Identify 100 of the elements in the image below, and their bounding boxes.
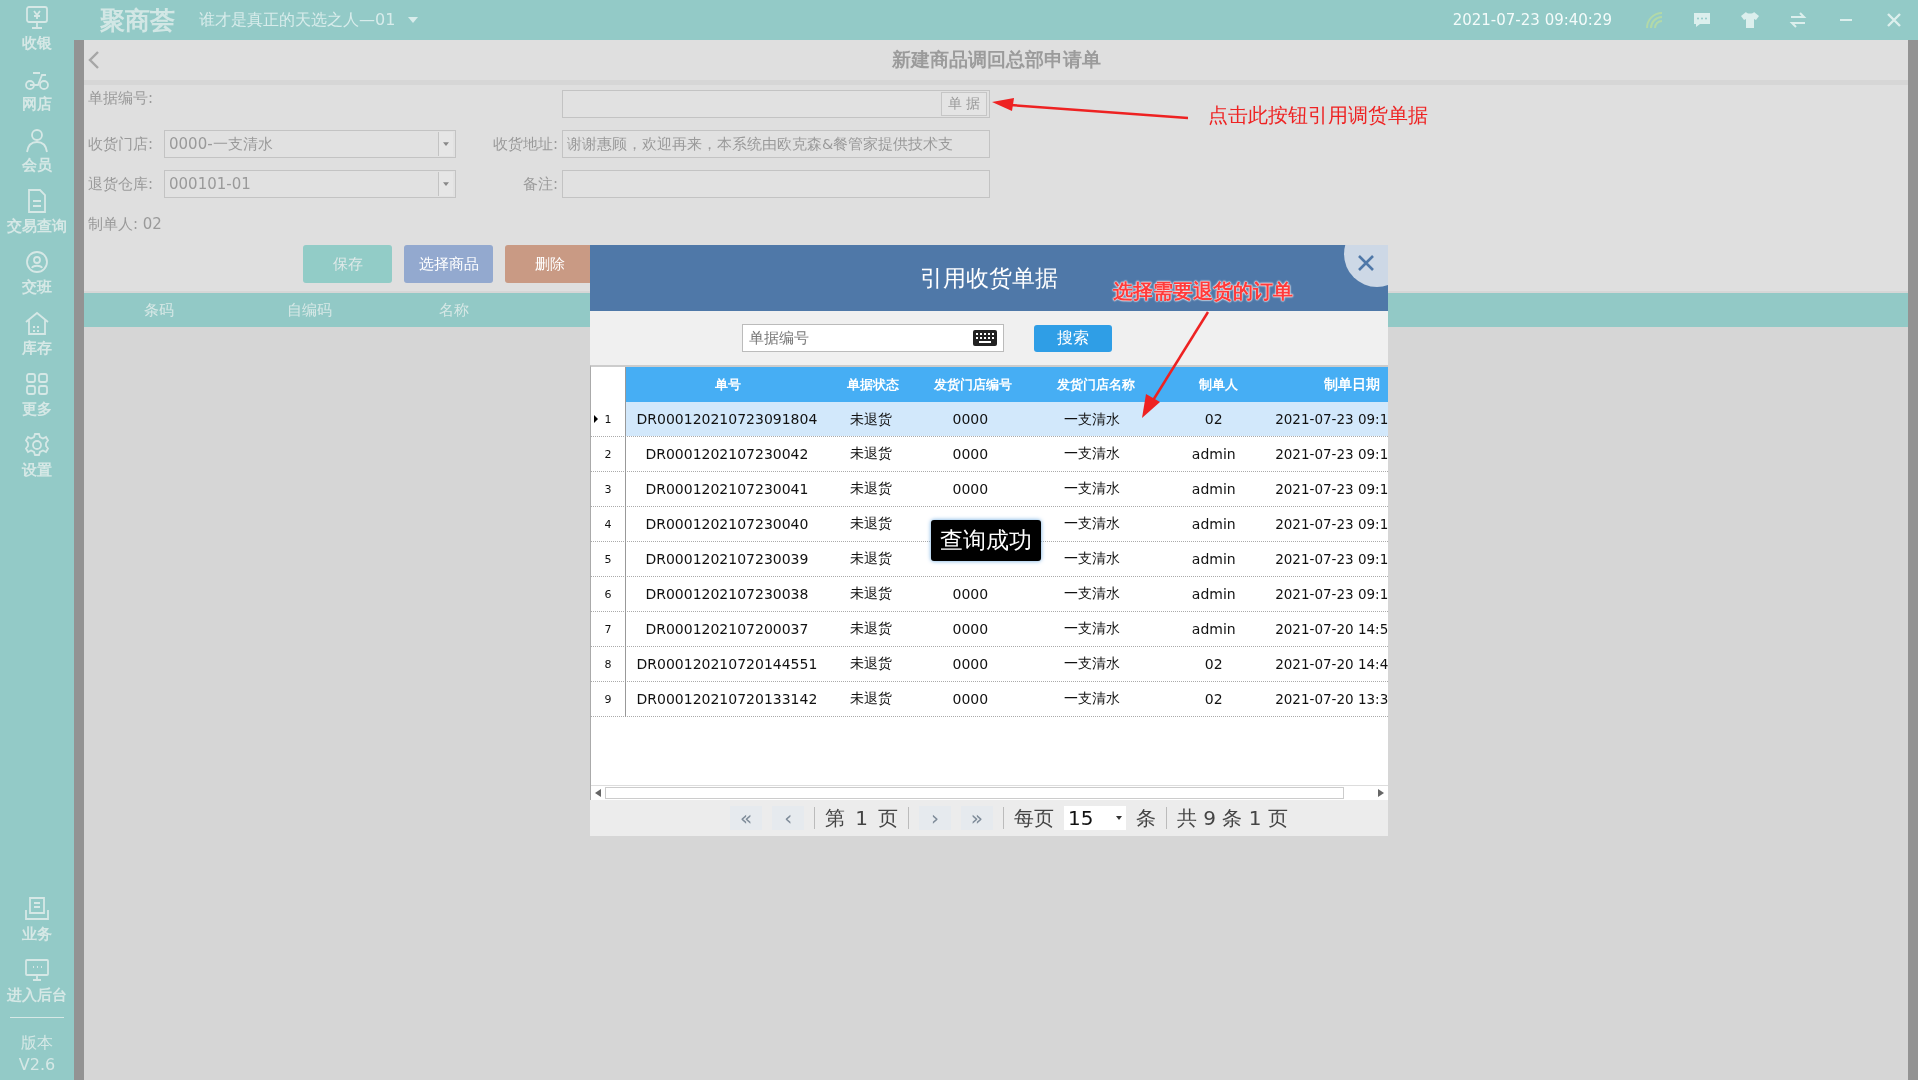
document-number-field[interactable]: 单 据: [562, 90, 990, 118]
remark-field[interactable]: [562, 170, 990, 198]
table-cell: 0000: [952, 586, 989, 602]
sidebar-item[interactable]: 进入后台: [7, 956, 67, 1005]
sidebar-item[interactable]: 更多: [22, 370, 52, 419]
table-cell-text: 02: [1203, 656, 1224, 672]
first-page-button[interactable]: «: [730, 806, 763, 830]
table-row[interactable]: 9 DR000120210720133142 未退货 0000 一支清水 02 2021-07-20 13:3: [591, 682, 1388, 717]
table-cell-text: 一支清水: [1063, 655, 1122, 673]
scroll-left-icon[interactable]: [595, 789, 601, 797]
field-label: 收货地址:: [491, 134, 559, 154]
swap-icon[interactable]: [1788, 10, 1808, 30]
sidebar-item[interactable]: 交易查询: [7, 187, 67, 236]
row-number: 9: [604, 692, 612, 706]
table-cell-text: 2021-07-20 14:5: [1274, 621, 1388, 637]
app-logo: 聚商荟: [100, 4, 175, 37]
table-cell: 未退货: [827, 402, 915, 436]
sidebar-item[interactable]: 库存: [22, 309, 52, 358]
field-label: 备注:: [521, 174, 559, 194]
table-row[interactable]: 2 DR0001202107230042 未退货 0000 一支清水 admin 2021-07-23 09:1: [591, 437, 1388, 472]
document-button[interactable]: 单 据: [940, 92, 987, 116]
table-cell-text: 2021-07-23 09:1: [1274, 446, 1388, 462]
page-size-select[interactable]: 15: [1063, 806, 1126, 830]
table-cell: DR000120210723091804: [626, 402, 828, 436]
person-circle-icon: [23, 248, 51, 276]
table-row[interactable]: 6 DR0001202107230038 未退货 0000 一支清水 admin 2021-07-23 09:1: [591, 577, 1388, 612]
scroll-right-icon[interactable]: [1378, 789, 1384, 797]
previous-page-button[interactable]: ‹: [772, 806, 805, 830]
table-cell-text: 2021-07-23 09:1: [1274, 586, 1388, 602]
message-icon[interactable]: [1692, 10, 1712, 30]
table-cell-text: 未退货: [849, 480, 894, 498]
version-number: V2.6: [18, 1054, 56, 1076]
store-selector[interactable]: 谁才是真正的天选之人—01: [199, 9, 420, 31]
page-label: 页: [877, 804, 898, 832]
table-row[interactable]: 7 DR0001202107200037 未退货 0000 一支清水 admin 2021-07-20 14:5: [591, 612, 1388, 647]
version-label: 版本: [21, 1032, 53, 1054]
caret-icon: [1115, 816, 1122, 820]
table-cell: 2021-07-23 09:1: [1269, 402, 1388, 436]
table-cell-text: 02: [1203, 691, 1224, 707]
last-page-button[interactable]: »: [960, 806, 993, 830]
table-cell-text: DR000120210720133142: [635, 691, 819, 707]
sidebar-item[interactable]: 业务: [22, 895, 52, 944]
row-number: 2: [604, 447, 612, 461]
table-cell-text: 一支清水: [1063, 445, 1122, 463]
dialog-title: 引用收货单据: [920, 263, 1058, 293]
save-button[interactable]: 保存: [303, 245, 392, 283]
sidebar-item[interactable]: 收银: [22, 4, 52, 53]
select-button[interactable]: 选择商品: [404, 245, 493, 283]
warehouse-select[interactable]: 000101-01: [164, 170, 456, 198]
table-row[interactable]: 8 DR000120210720144551 未退货 0000 一支清水 02 2021-07-20 14:4: [591, 647, 1388, 682]
column-header: 名称: [438, 300, 470, 320]
grid-icon: [23, 370, 51, 398]
row-number: 3: [604, 482, 612, 496]
row-number: 4: [604, 517, 612, 531]
table-cell: 0000: [952, 621, 989, 637]
table-row[interactable]: 1 DR000120210723091804 未退货 0000 一支清水 02 2021-07-23 09:1: [591, 402, 1388, 437]
table-cell-text: 2021-07-20 13:3: [1274, 691, 1388, 707]
table-cell: 0000: [952, 411, 989, 427]
monitor-icon: [23, 956, 51, 984]
search-field[interactable]: 单据编号: [742, 324, 1004, 352]
table-cell: 0000: [952, 446, 989, 462]
row-number: 8: [604, 657, 612, 671]
search-button[interactable]: 搜索: [1034, 324, 1112, 352]
table-cell-text: 未退货: [849, 655, 894, 673]
table-cell-text: 未退货: [849, 585, 894, 603]
table-cell-text: 未退货: [849, 690, 894, 708]
table-row[interactable]: 3 DR0001202107230041 未退货 0000 一支清水 admin 2021-07-23 09:1: [591, 472, 1388, 507]
person-icon: [23, 126, 51, 154]
table-cell-text: DR0001202107200037: [644, 621, 810, 637]
column-header: 发货门店编号: [917, 367, 1029, 402]
table-cell-text: 2021-07-23 09:1: [1274, 481, 1388, 497]
sidebar-item[interactable]: 设置: [22, 431, 52, 480]
page-label: 第: [825, 804, 846, 832]
column-header: 条码: [143, 300, 175, 320]
next-page-button[interactable]: ›: [918, 806, 951, 830]
table-cell-text: 2021-07-20 14:4: [1274, 656, 1388, 672]
caret-icon: [407, 16, 420, 24]
row-number: 5: [604, 552, 612, 566]
caret-icon: [443, 142, 449, 146]
table-cell-text: DR0001202107230042: [644, 446, 810, 462]
field-label: 退货仓库:: [88, 174, 155, 194]
back-icon[interactable]: [88, 50, 100, 70]
sidebar-item[interactable]: 交班: [22, 248, 52, 297]
sidebar-item[interactable]: 网店: [22, 65, 52, 114]
house-icon: [23, 309, 51, 337]
row-number: 1: [604, 412, 612, 426]
page-title: 新建商品调回总部申请单: [891, 47, 1101, 72]
sidebar-item[interactable]: 会员: [22, 126, 52, 175]
per-page-unit: 条: [1135, 804, 1156, 832]
table-cell-text: 一支清水: [1063, 585, 1122, 603]
inbox-icon: [23, 895, 51, 923]
table-cell-text: admin: [1190, 586, 1237, 602]
address-field[interactable]: 谢谢惠顾，欢迎再来，本系统由欧克森&餐管家提供技术支: [562, 130, 990, 158]
caret-icon: [443, 182, 449, 186]
table-cell: 一支清水: [1025, 402, 1159, 436]
table-cell-text: DR0001202107230040: [644, 516, 810, 532]
keyboard-icon[interactable]: [972, 329, 998, 347]
shirt-icon[interactable]: [1740, 10, 1760, 30]
field-label: 收货门店:: [88, 134, 155, 154]
table-cell-text: 未退货: [849, 620, 894, 638]
